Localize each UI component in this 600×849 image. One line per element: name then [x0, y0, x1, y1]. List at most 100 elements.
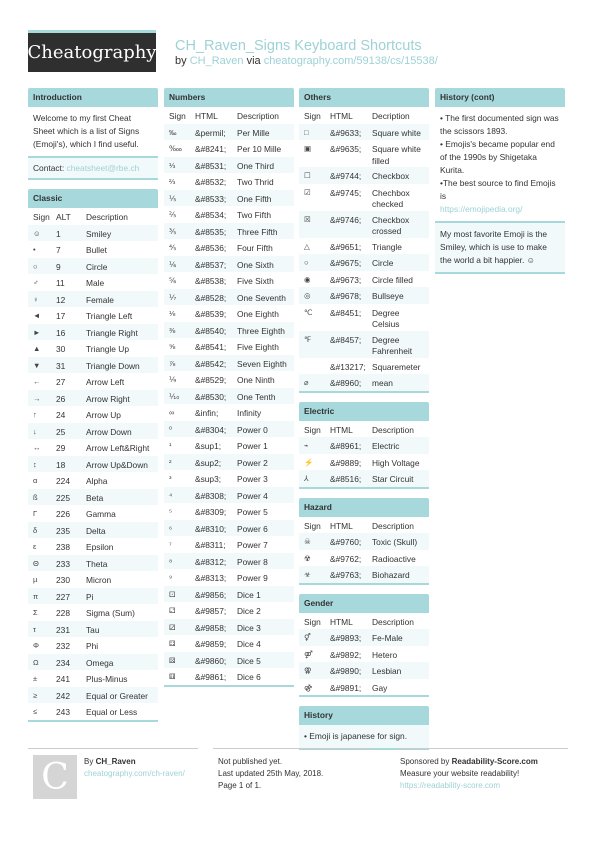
sign-cell: ⅙	[169, 259, 177, 269]
table-row: ⅓ &#8531; One Third	[164, 156, 294, 173]
history-text: • Emoji is japanese for sign.	[299, 725, 429, 750]
sign-cell: ○	[33, 261, 38, 271]
code-cell: &#8533;	[195, 193, 227, 204]
footer-meta: Not published yet. Last updated 25th May…	[218, 756, 323, 792]
description-cell: Arrow Left	[86, 377, 125, 387]
table-row: ‰ &permil; Per Mille	[164, 123, 294, 140]
description-cell: Female	[86, 294, 114, 305]
table-row: ² &sup2; Power 2	[164, 453, 294, 470]
table-row: ⅚ &#8538; Five Sixth	[164, 272, 294, 289]
sign-cell: ⁴	[169, 490, 173, 500]
sheet-url-link[interactable]: cheatography.com/59138/cs/15538/	[264, 55, 438, 67]
description-cell: Power 5	[237, 507, 268, 517]
contact-email-link[interactable]: cheatsheet@rbe.ch	[67, 163, 140, 173]
history-line-3: •The best source to find Emojis is	[440, 178, 556, 201]
table-row: ◎ &#9678; Bullseye	[299, 287, 429, 304]
description-cell: Per Mille	[237, 127, 270, 138]
column-header: Sign	[304, 424, 321, 435]
author-avatar[interactable]: C	[33, 755, 77, 799]
author-link[interactable]: CH_Raven	[190, 55, 244, 67]
electric-section: Electric Sign HTML Description ⌁ &#8961; Elec…	[299, 401, 429, 489]
column-header: Description	[86, 212, 128, 222]
table-row: ○ &#9675; Circle	[299, 254, 429, 271]
table-row: Φ 232 Phi	[28, 637, 158, 654]
code-cell: &#8536;	[195, 243, 227, 253]
table-row: ☐ &#9744; Checkbox	[299, 167, 429, 184]
description-cell: Power 4	[237, 490, 268, 501]
description-cell: Degree Celsius	[372, 307, 400, 330]
code-cell: 12	[56, 294, 66, 305]
gender-section: Gender Sign HTML Description ⚥ &#9893; Fe-Mal…	[299, 593, 429, 697]
section-title: Hazard	[299, 497, 429, 517]
table-row: ⅛ &#8539; One Eighth	[164, 305, 294, 322]
description-cell: Fe-Male	[372, 633, 403, 643]
column-header: Decription	[372, 111, 410, 121]
code-cell: &#9858;	[195, 622, 227, 633]
table-row: ∞ &infin; Infinity	[164, 404, 294, 421]
sign-cell: ⚡	[304, 457, 314, 467]
code-cell: &#8537;	[195, 259, 227, 270]
description-cell: Three Eighth	[237, 325, 285, 336]
table-row: ← 27 Arrow Left	[28, 373, 158, 390]
description-cell: mean	[372, 378, 393, 388]
description-cell: Omega	[86, 657, 114, 668]
table-row: ☠ &#9760; Toxic (Skull)	[299, 533, 429, 550]
table-header-row: Sign HTML Description	[299, 516, 429, 533]
description-cell: Phi	[86, 641, 99, 651]
code-cell: &#9673;	[330, 274, 362, 285]
code-cell: &#9760;	[330, 537, 362, 547]
description-cell: Alpha	[86, 476, 108, 486]
sign-cell: ⁰	[169, 424, 173, 434]
description-cell: Power 3	[237, 474, 268, 484]
cheatography-logo[interactable]: Cheatography	[28, 30, 156, 72]
sign-cell: ⅛	[169, 309, 176, 318]
sign-cell: ⚤	[304, 649, 313, 659]
sign-cell: ⚅	[169, 672, 176, 681]
code-cell: &#8535;	[195, 226, 227, 237]
code-cell: &#8313;	[195, 573, 227, 583]
table-row: Σ 228 Sigma (Sum)	[28, 604, 158, 621]
column-4: History (cont) • The first documented si…	[435, 88, 565, 283]
section-title: History (cont)	[435, 88, 565, 107]
sponsor-link[interactable]: https://readability-score.com	[400, 780, 538, 792]
sign-cell: ♀	[33, 294, 39, 304]
table-row: Ω 234 Omega	[28, 653, 158, 670]
column-2: Numbers Sign HTML Description ‰ &permil; Per …	[164, 88, 294, 696]
code-cell: &#9651;	[330, 241, 362, 252]
code-cell: &#9745;	[330, 187, 362, 198]
sign-cell: Γ	[33, 509, 38, 518]
sign-cell: →	[33, 393, 41, 403]
description-cell: Equal or Greater	[86, 690, 148, 701]
author-profile-link[interactable]: cheatography.com/ch-raven/	[84, 768, 185, 780]
sign-cell: ⅝	[169, 342, 176, 351]
code-cell: 228	[56, 608, 70, 618]
table-row: ‱ &#8241; Per 10 Mille	[164, 140, 294, 157]
description-cell: One Ninth	[237, 375, 275, 385]
sign-cell: ⅓	[169, 160, 176, 170]
sign-cell: ▣	[304, 144, 312, 153]
history-line-1: • The first documented sign was the scis…	[440, 113, 559, 136]
history-cont-text: • The first documented sign was the scis…	[435, 107, 565, 223]
table-row: µ 230 Micron	[28, 571, 158, 588]
sign-cell: ◄	[33, 311, 41, 320]
code-cell: &#9890;	[330, 666, 362, 676]
code-cell: &#9762;	[330, 553, 362, 564]
description-cell: One Sixth	[237, 259, 274, 270]
code-cell: 235	[56, 525, 70, 536]
sign-cell: ▲	[33, 344, 41, 353]
table-row: α 224 Alpha	[28, 472, 158, 489]
description-cell: Circle	[86, 261, 108, 272]
code-cell: 30	[56, 344, 66, 354]
table-row: ⅔ &#8532; Two Thrid	[164, 173, 294, 190]
code-cell: &#8531;	[195, 160, 227, 171]
sign-cell: ⅖	[169, 210, 177, 219]
sign-cell: ⁵	[169, 507, 173, 516]
description-cell: Bullet	[86, 245, 107, 255]
footer-divider	[28, 748, 198, 749]
sign-cell: □	[304, 127, 309, 137]
sign-cell: ⅜	[169, 325, 176, 335]
emojipedia-link[interactable]: https://emojipedia.org/	[440, 203, 560, 216]
sign-cell: ∞	[169, 408, 175, 417]
sign-cell: ←	[33, 377, 41, 386]
sign-cell: ⌁	[304, 441, 309, 450]
